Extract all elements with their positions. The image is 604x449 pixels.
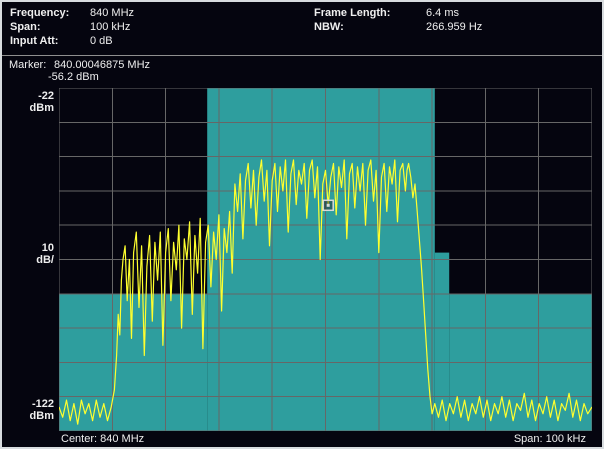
frequency-label: Frequency: xyxy=(10,7,69,19)
nbw-label: NBW: xyxy=(314,21,344,33)
bottom-level-label: -122 xyxy=(4,398,54,410)
marker-readout-frequency: 840.00046875 MHz xyxy=(54,59,150,71)
center-frequency-label: Center: 840 MHz xyxy=(61,433,144,445)
marker-readout-label: Marker: xyxy=(9,59,46,71)
spectrum-plot-area xyxy=(59,88,592,431)
frame-length-value: 6.4 ms xyxy=(426,7,459,19)
nbw-value: 266.959 Hz xyxy=(426,21,482,33)
mask-region xyxy=(435,253,449,431)
bottom-level-unit: dBm xyxy=(4,410,54,422)
input-att-value: 0 dB xyxy=(90,35,113,47)
header-separator xyxy=(2,55,602,56)
scale-label: 10 xyxy=(4,242,54,254)
spectrum-plot xyxy=(59,88,592,431)
marker-dot xyxy=(327,204,330,207)
scale-unit: dB/ xyxy=(4,254,54,266)
spectrum-analyzer-screen: Frequency: 840 MHz Span: 100 kHz Input A… xyxy=(0,0,604,449)
span-footer-label: Span: 100 kHz xyxy=(514,433,586,445)
ref-level-label: -22 xyxy=(4,90,54,102)
frequency-value: 840 MHz xyxy=(90,7,134,19)
span-label: Span: xyxy=(10,21,41,33)
ref-level-unit: dBm xyxy=(4,102,54,114)
frame-length-label: Frame Length: xyxy=(314,7,390,19)
marker-readout-amplitude: -56.2 dBm xyxy=(48,71,99,83)
span-value: 100 kHz xyxy=(90,21,130,33)
input-att-label: Input Att: xyxy=(10,35,58,47)
